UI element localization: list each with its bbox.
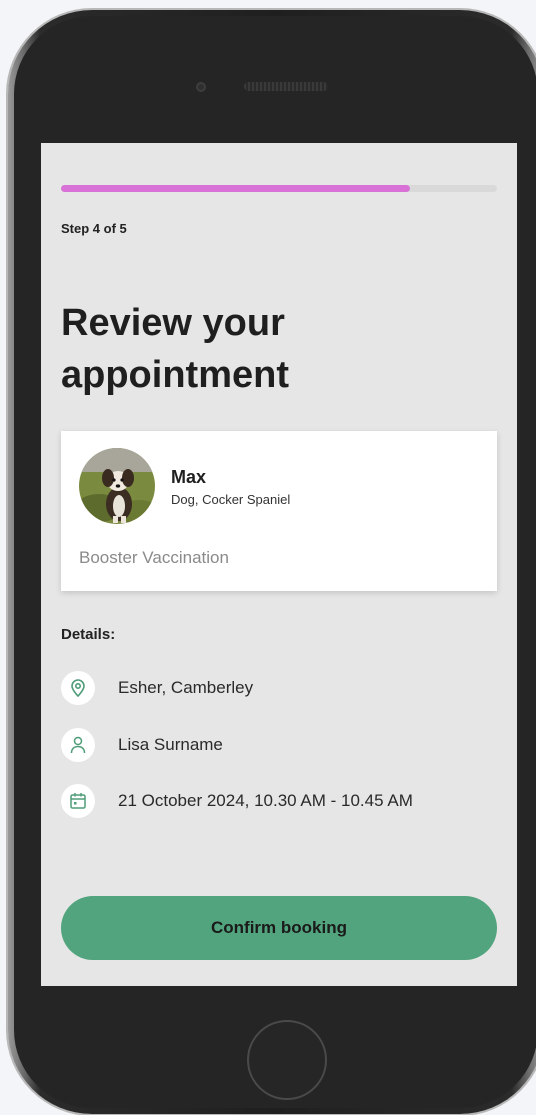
- details-heading: Details:: [61, 626, 116, 643]
- pet-summary-card: Max Dog, Cocker Spaniel Booster Vaccinat…: [61, 431, 497, 591]
- pet-breed: Dog, Cocker Spaniel: [171, 492, 291, 507]
- progress-bar: [61, 185, 497, 192]
- detail-vet-row: Lisa Surname: [61, 728, 223, 762]
- service-name: Booster Vaccination: [79, 548, 229, 567]
- confirm-booking-button[interactable]: Confirm booking: [61, 896, 497, 960]
- detail-vet-text: Lisa Surname: [118, 735, 223, 754]
- page: Step 4 of 5 Review your appointment Max …: [0, 0, 536, 1115]
- step-indicator: Step 4 of 5: [61, 221, 127, 236]
- calendar-icon: [61, 784, 95, 818]
- progress-bar-fill: [61, 185, 410, 192]
- page-title: Review your appointment: [61, 302, 289, 396]
- detail-datetime-text: 21 October 2024, 10.30 AM - 10.45 AM: [118, 791, 413, 810]
- dog-photo-icon: [79, 448, 155, 524]
- detail-location-text: Esher, Camberley: [118, 678, 254, 697]
- front-camera: [196, 82, 206, 92]
- pet-name: Max: [171, 467, 207, 487]
- detail-location-row: Esher, Camberley: [61, 671, 253, 705]
- app-screen: Step 4 of 5 Review your appointment Max …: [41, 143, 517, 986]
- earpiece-speaker: [244, 82, 328, 91]
- home-button[interactable]: [247, 1020, 327, 1100]
- location-pin-icon: [61, 671, 95, 705]
- detail-datetime-row: 21 October 2024, 10.30 AM - 10.45 AM: [61, 784, 413, 818]
- person-icon: [61, 728, 95, 762]
- pet-avatar: [79, 448, 155, 524]
